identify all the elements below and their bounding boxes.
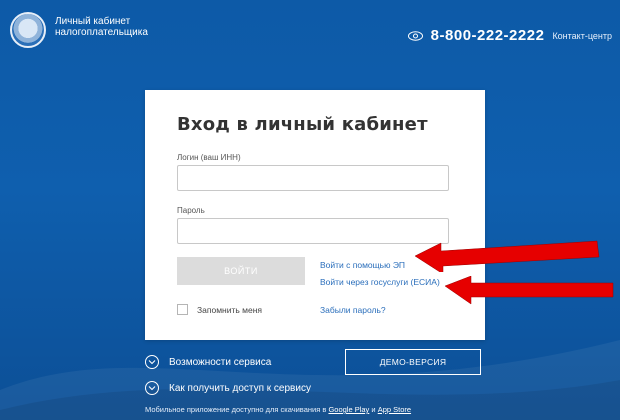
login-label: Логин (ваш ИНН)	[177, 153, 241, 162]
site-title-line1: Личный кабинет	[55, 16, 131, 27]
login-with-esia-link[interactable]: Войти через госуслуги (ЕСИА)	[320, 277, 440, 287]
remember-me-label: Запомнить меня	[197, 304, 263, 315]
header: Личный кабинет налогоплательщика 8-800-2…	[0, 0, 620, 60]
mobile-app-and: и	[371, 405, 376, 414]
remember-me[interactable]: Запомнить меня	[177, 304, 262, 315]
demo-button[interactable]: ДЕМО-ВЕРСИЯ	[345, 349, 481, 375]
chevron-down-icon	[145, 355, 159, 369]
eye-icon[interactable]	[407, 30, 423, 41]
login-card: Вход в личный кабинет Логин (ваш ИНН) Па…	[145, 90, 485, 340]
contact-center-link[interactable]: Контакт-центр	[552, 31, 612, 41]
login-input[interactable]	[177, 165, 449, 191]
features-link[interactable]: Возможности сервиса	[145, 355, 271, 369]
features-label: Возможности сервиса	[169, 356, 272, 368]
access-label: Как получить доступ к сервису	[169, 382, 311, 394]
site-title-line2: налогоплательщика	[55, 27, 148, 38]
red-arrow-icon	[415, 240, 600, 272]
fns-emblem-icon[interactable]	[10, 12, 46, 48]
site-title[interactable]: Личный кабинет налогоплательщика	[55, 16, 148, 38]
mobile-app-text: Мобильное приложение доступно для скачив…	[145, 405, 327, 414]
google-play-link[interactable]: Google Play	[328, 405, 369, 414]
remember-me-checkbox[interactable]	[177, 304, 188, 315]
phone-number: 8-800-222-2222	[430, 27, 545, 44]
red-arrow-icon	[445, 276, 614, 305]
login-button[interactable]: ВОЙТИ	[177, 257, 305, 285]
mobile-app-note: Мобильное приложение доступно для скачив…	[145, 405, 411, 414]
access-link[interactable]: Как получить доступ к сервису	[145, 381, 311, 395]
login-with-ep-link[interactable]: Войти с помощью ЭП	[320, 260, 405, 270]
page-title: Вход в личный кабинет	[177, 114, 428, 135]
chevron-down-icon	[145, 381, 159, 395]
contact-block: 8-800-222-2222 Контакт-центр	[407, 27, 612, 44]
forgot-password-link[interactable]: Забыли пароль?	[320, 305, 386, 315]
app-store-link[interactable]: App Store	[378, 405, 411, 414]
password-input[interactable]	[177, 218, 449, 244]
password-label: Пароль	[177, 206, 205, 215]
